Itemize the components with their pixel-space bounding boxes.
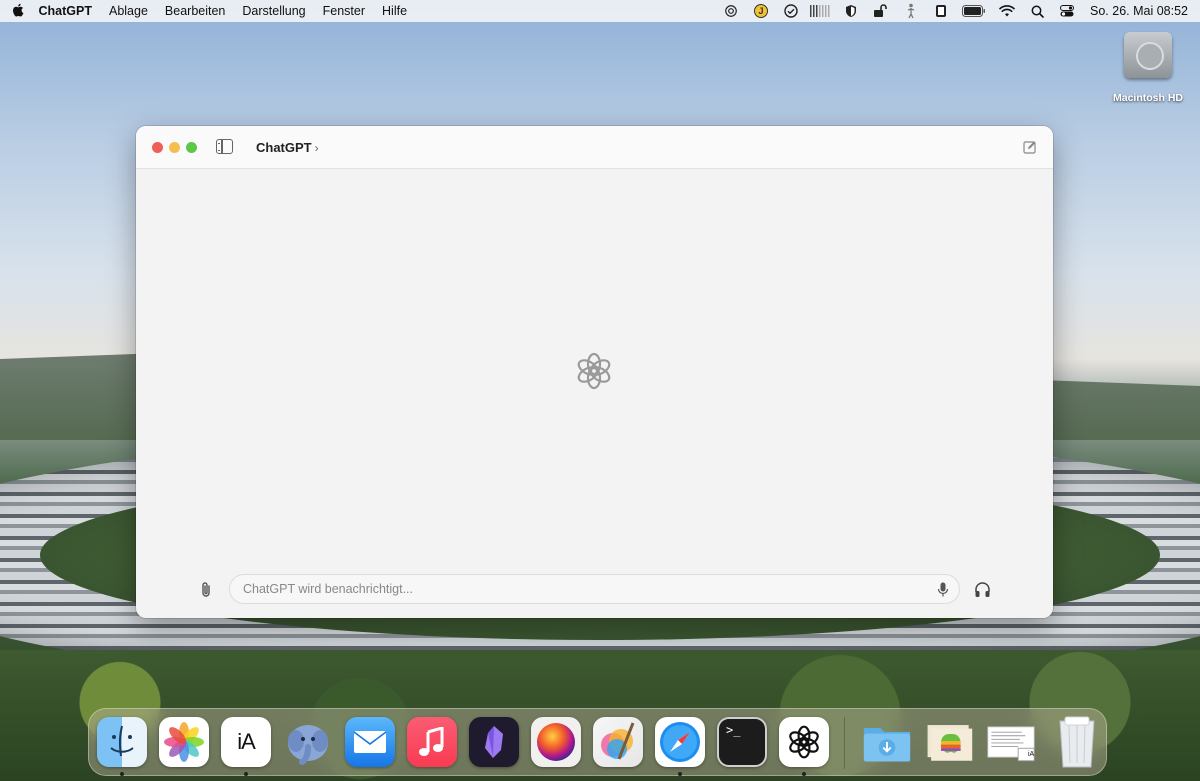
ia-writer-running-indicator [244,772,248,776]
pixelmator-icon [601,722,635,760]
chatgpt-status-icon[interactable] [716,0,746,22]
shield-icon[interactable] [836,0,866,22]
chatgpt-window: ChatGPT › ChatGPT wird benachrichtigt... [136,126,1053,618]
sidebar-toggle-icon[interactable] [216,139,233,154]
wifi-icon[interactable] [992,0,1022,22]
message-input[interactable]: ChatGPT wird benachrichtigt... [229,574,960,604]
chatgpt-running-indicator [802,772,806,776]
openai-logo-icon [574,351,614,391]
window-titlebar: ChatGPT › [136,126,1053,169]
dock-downloads-stack[interactable] [862,717,912,767]
document-stack-badge: iA [1028,751,1035,758]
orb-icon [537,723,575,761]
bars-icon[interactable] [806,0,836,22]
apple-folder-icon [927,725,973,761]
chatgpt-icon [789,725,819,759]
maximize-window-button[interactable] [186,142,197,153]
paperclip-icon[interactable] [198,581,214,599]
dock-separator [844,717,845,769]
dock-orb-app[interactable] [531,717,581,767]
dock-apple-folder-stack[interactable] [924,717,974,767]
search-icon[interactable] [1022,0,1052,22]
desktop-disk[interactable]: Macintosh HD [1108,32,1188,104]
menu-darstellung[interactable]: Darstellung [234,4,314,18]
dock-ia-writer[interactable]: iA [221,717,271,767]
composer: ChatGPT wird benachrichtigt... [136,574,1053,606]
chevron-right-icon: › [314,140,319,155]
checkmark-circle-icon[interactable] [776,0,806,22]
dock-mail[interactable] [345,717,395,767]
document-stack-icon [987,726,1035,762]
menu-fenster[interactable]: Fenster [314,4,373,18]
music-icon [419,727,444,756]
menubar-clock[interactable]: So. 26. Mai 08:52 [1082,4,1188,18]
microphone-icon[interactable] [937,582,949,597]
finder-running-indicator [120,772,124,776]
dock-chatgpt[interactable] [779,717,829,767]
finder-icon [110,725,134,757]
terminal-icon: >_ [726,723,741,737]
dock-music[interactable] [407,717,457,767]
hard-disk-icon [1124,32,1172,78]
dock-finder[interactable] [97,717,147,767]
minimize-window-button[interactable] [169,142,180,153]
figure-icon[interactable] [896,0,926,22]
clipboard-icon[interactable] [926,0,956,22]
photos-icon [164,722,204,762]
menu-bar: ChatGPT Ablage Bearbeiten Darstellung Fe… [0,0,1200,22]
dock-elephant-app[interactable] [283,717,333,767]
desktop-disk-label: Macintosh HD [1112,92,1183,104]
trash-icon [1059,716,1095,768]
user-badge: J [754,4,769,18]
safari-icon [660,722,700,762]
headphones-icon[interactable] [974,581,991,598]
user-badge-icon[interactable]: J [746,0,776,22]
apple-menu-icon[interactable] [0,3,30,20]
dock-pixelmator[interactable] [593,717,643,767]
new-chat-icon[interactable] [1023,140,1037,154]
obsidian-icon [485,726,503,758]
battery-icon[interactable] [956,0,992,22]
menu-app-name[interactable]: ChatGPT [30,4,100,18]
close-window-button[interactable] [152,142,163,153]
mail-icon [353,731,387,753]
model-selector[interactable]: ChatGPT › [256,140,319,155]
dock-photos[interactable] [159,717,209,767]
safari-running-indicator [678,772,682,776]
dock-trash[interactable] [1052,716,1102,768]
control-center-icon[interactable] [1052,0,1082,22]
dock: iA >_ iA [88,708,1107,776]
unlock-icon[interactable] [866,0,896,22]
dock-document-stack[interactable]: iA [986,717,1036,767]
menu-ablage[interactable]: Ablage [100,4,156,18]
menu-hilfe[interactable]: Hilfe [374,4,416,18]
ia-writer-icon: iA [237,729,256,754]
elephant-icon [288,725,328,765]
menu-bearbeiten[interactable]: Bearbeiten [156,4,233,18]
dock-terminal[interactable]: >_ [717,717,767,767]
dock-safari[interactable] [655,717,705,767]
downloads-folder-icon [863,728,911,762]
model-selector-label: ChatGPT [256,140,312,155]
dock-obsidian[interactable] [469,717,519,767]
